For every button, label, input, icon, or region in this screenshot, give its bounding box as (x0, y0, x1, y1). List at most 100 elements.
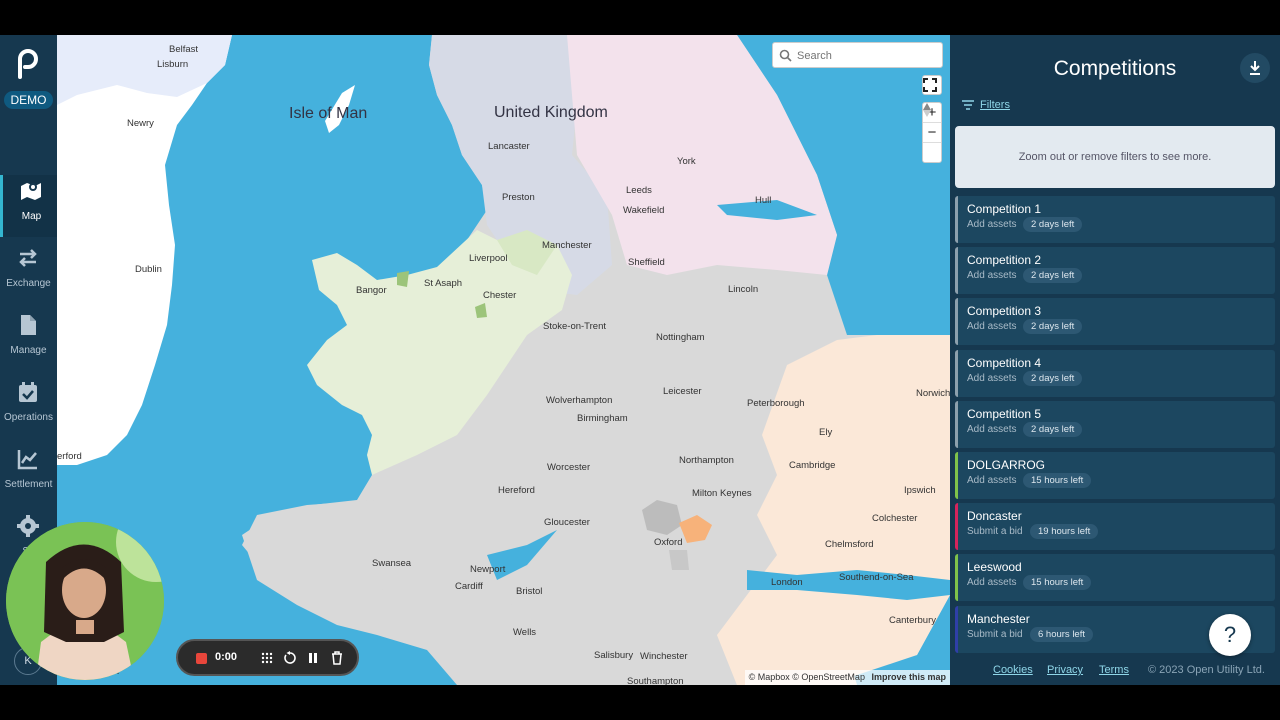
competition-action[interactable]: Add assets (967, 475, 1016, 486)
competition-card[interactable]: Competition 1 Add assets 2 days left (955, 196, 1275, 243)
competition-action[interactable]: Add assets (967, 373, 1016, 384)
filters-label: Filters (980, 99, 1010, 111)
grid-icon[interactable] (260, 651, 274, 665)
map-label: Southend-on-Sea (839, 572, 914, 583)
competition-action[interactable]: Submit a bid (967, 526, 1023, 537)
map-label: Isle of Man (289, 105, 368, 122)
time-left-badge: 15 hours left (1023, 473, 1092, 488)
competition-card[interactable]: Leeswood Add assets 15 hours left (955, 554, 1275, 602)
map-label: Nottingham (656, 332, 705, 343)
map-label: Norwich (916, 388, 950, 399)
fullscreen-button[interactable] (922, 75, 942, 95)
map-label: Canterbury (889, 615, 936, 626)
map-label: Bangor (356, 285, 387, 296)
sidebar-item-settlement[interactable]: Settlement (0, 443, 57, 505)
competition-name: Leeswood (967, 560, 1022, 575)
map-label: Birmingham (577, 413, 628, 424)
sidebar-item-label: Operations (4, 412, 53, 423)
webcam-overlay[interactable] (6, 522, 164, 680)
time-left-badge: 2 days left (1023, 268, 1083, 284)
compass-button[interactable] (923, 103, 941, 163)
map-label: Dublin (135, 264, 162, 275)
map-label: Milton Keynes (692, 488, 752, 499)
time-left-badge: 15 hours left (1023, 575, 1092, 591)
panel-title: Competitions (1053, 57, 1177, 80)
sidebar-item-exchange[interactable]: Exchange (0, 242, 57, 304)
zoom-out-button[interactable]: − (923, 123, 941, 143)
competition-card[interactable]: DOLGARROG Add assets 15 hours left (955, 452, 1275, 499)
gear-icon (17, 515, 39, 537)
time-left-badge: 6 hours left (1030, 626, 1093, 642)
map-label: erford (57, 451, 82, 462)
map-label: Lisburn (157, 59, 189, 70)
competition-action[interactable]: Submit a bid (967, 629, 1023, 640)
map-label: Cambridge (789, 460, 836, 471)
map-label: Wolverhampton (546, 395, 613, 406)
map-label: York (677, 156, 696, 167)
map-label: Newport (470, 564, 506, 575)
map-label: Colchester (872, 513, 918, 524)
map-canvas[interactable]: Belfast Lisburn Newry Dublin erford Isle… (57, 35, 950, 685)
map-search[interactable] (772, 42, 943, 68)
map-label: Wakefield (623, 205, 665, 216)
filter-icon (962, 100, 974, 110)
zoom-controls: + − (922, 102, 942, 163)
map-label: Gloucester (544, 517, 590, 528)
time-left-badge: 19 hours left (1030, 524, 1099, 540)
download-icon (1250, 61, 1260, 75)
map-label: Stoke-on-Trent (543, 321, 607, 332)
map-label: United Kingdom (494, 104, 608, 121)
time-left-badge: 2 days left (1023, 370, 1083, 386)
map-label: Manchester (542, 240, 592, 251)
map-label: Wells (513, 627, 537, 638)
competition-card[interactable]: Competition 3 Add assets 2 days left (955, 298, 1275, 346)
pause-icon[interactable] (306, 651, 320, 665)
help-button[interactable]: ? (1209, 614, 1251, 656)
competition-name: Competition 4 (967, 355, 1042, 370)
map-label: Bristol (516, 586, 543, 597)
download-button[interactable] (1240, 53, 1270, 83)
screen-recorder-bar: 0:00 (176, 639, 359, 676)
competition-action[interactable]: Add assets (967, 424, 1016, 435)
logo-icon[interactable] (14, 49, 42, 79)
competition-action[interactable]: Add assets (967, 219, 1016, 230)
map-label: Peterborough (747, 398, 805, 409)
terms-link[interactable]: Terms (1099, 664, 1129, 676)
document-icon (21, 315, 36, 335)
map-label: Swansea (372, 558, 412, 569)
map-label: Preston (502, 192, 535, 203)
competition-action[interactable]: Add assets (967, 577, 1016, 588)
recording-timer: 0:00 (215, 651, 238, 663)
map-label: Cardiff (455, 581, 483, 592)
sidebar-item-map[interactable]: Map (0, 175, 57, 237)
competition-card[interactable]: Competition 5 Add assets 2 days left (955, 400, 1275, 448)
competition-card[interactable]: Doncaster Submit a bid 19 hours left (955, 503, 1275, 551)
restart-icon[interactable] (283, 651, 297, 665)
map-label: Lancaster (488, 141, 530, 152)
competition-card[interactable]: Competition 4 Add assets 2 days left (955, 349, 1275, 397)
time-left-badge: 2 days left (1023, 319, 1083, 335)
trash-icon[interactable] (330, 651, 344, 665)
stop-recording-button[interactable] (196, 653, 207, 664)
competition-action[interactable]: Add assets (967, 270, 1016, 281)
map-label: Chester (483, 290, 517, 301)
cookies-link[interactable]: Cookies (993, 664, 1033, 676)
map-label: Oxford (654, 537, 683, 548)
map-label: Newry (127, 118, 154, 129)
chart-line-icon (17, 450, 37, 470)
map-label: Lincoln (728, 284, 759, 295)
map-attribution: © Mapbox © OpenStreetMap Improve this ma… (744, 670, 950, 685)
improve-map-link[interactable]: Improve this map (871, 672, 946, 682)
competition-action[interactable]: Add assets (967, 321, 1016, 332)
map-regions (57, 35, 950, 685)
search-input[interactable] (797, 47, 937, 65)
attribution-text[interactable]: © Mapbox © OpenStreetMap (749, 672, 865, 682)
competition-name: DOLGARROG (967, 458, 1046, 472)
fullscreen-icon (923, 78, 937, 92)
competition-name: Manchester (967, 611, 1030, 626)
competition-card[interactable]: Competition 2 Add assets 2 days left (955, 247, 1275, 295)
sidebar-item-operations[interactable]: Operations (0, 376, 57, 438)
sidebar-item-manage[interactable]: Manage (0, 309, 57, 371)
filters-link[interactable]: Filters (962, 99, 1010, 111)
privacy-link[interactable]: Privacy (1047, 664, 1083, 676)
